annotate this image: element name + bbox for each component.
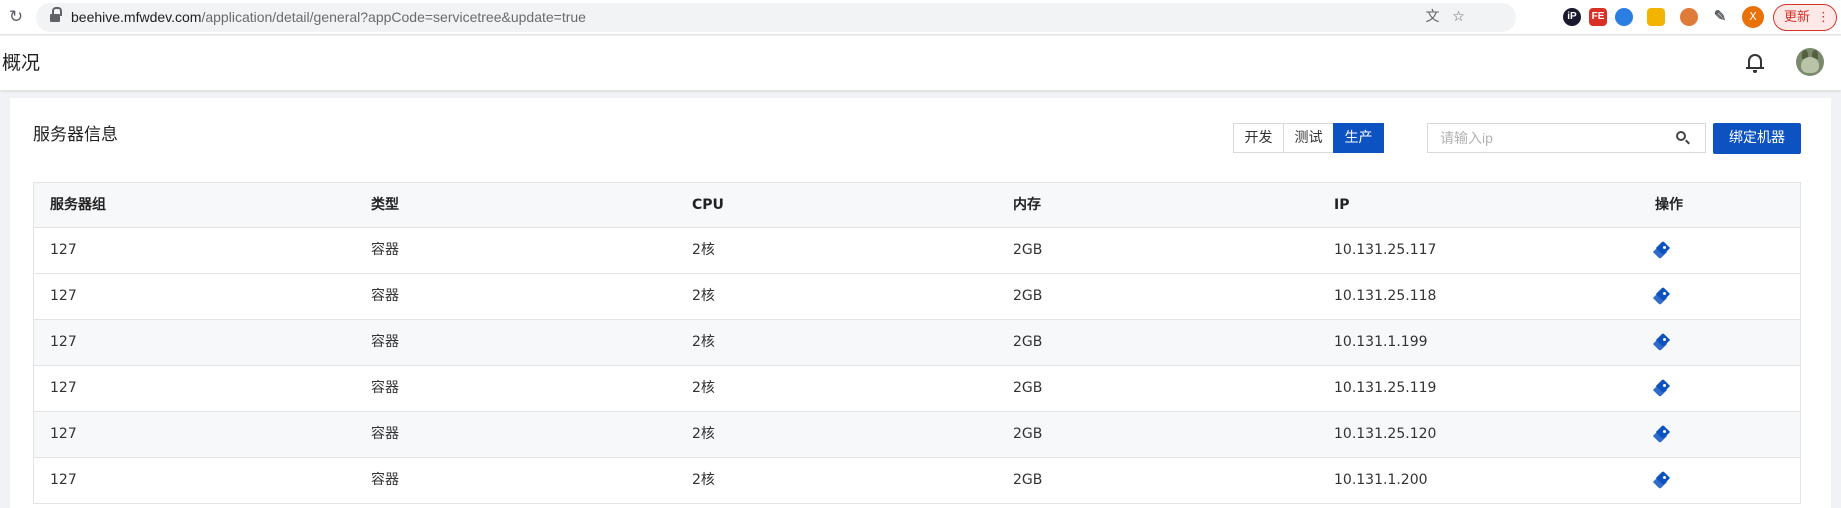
table-row: 127 容器 2核 2GB 10.131.25.118 — [34, 274, 1800, 320]
cell-memory: 2GB — [1013, 472, 1043, 488]
extension-mail-icon[interactable] — [1647, 8, 1665, 26]
cell-memory: 2GB — [1013, 334, 1043, 350]
cell-ip: 10.131.25.117 — [1334, 242, 1437, 258]
table-row: 127 容器 2核 2GB 10.131.25.120 — [34, 412, 1800, 458]
user-avatar[interactable] — [1796, 48, 1824, 76]
column-header-actions: 操作 — [1655, 197, 1683, 213]
cell-type: 容器 — [371, 472, 399, 488]
cell-cpu: 2核 — [692, 426, 715, 442]
cell-group: 127 — [50, 426, 77, 442]
profile-avatar[interactable]: X — [1742, 6, 1764, 28]
url-host: beehive.mfwdev.com — [71, 9, 202, 25]
cell-ip: 10.131.25.120 — [1334, 426, 1437, 442]
cell-ip: 10.131.1.200 — [1334, 472, 1428, 488]
address-bar[interactable]: beehive.mfwdev.com/application/detail/ge… — [36, 3, 1516, 32]
extension-fe-icon[interactable]: FE — [1589, 8, 1607, 26]
tag-icon[interactable] — [1652, 332, 1671, 352]
cell-group: 127 — [50, 334, 77, 350]
cell-type: 容器 — [371, 380, 399, 396]
cell-type: 容器 — [371, 288, 399, 304]
cell-group: 127 — [50, 242, 77, 258]
cell-memory: 2GB — [1013, 288, 1043, 304]
ip-search-box — [1427, 123, 1706, 153]
table-row: 127 容器 2核 2GB 10.131.1.199 — [34, 320, 1800, 366]
bookmark-star-icon[interactable]: ☆ — [1450, 9, 1467, 26]
cell-group: 127 — [50, 380, 77, 396]
ip-search-input[interactable] — [1428, 124, 1668, 152]
cell-memory: 2GB — [1013, 242, 1043, 258]
url-path: /application/detail/general?appCode=serv… — [201, 9, 586, 25]
bind-machine-button[interactable]: 绑定机器 — [1713, 123, 1801, 154]
table-row: 127 容器 2核 2GB 10.131.1.200 — [34, 458, 1800, 504]
cell-cpu: 2核 — [692, 334, 715, 350]
tab-dev[interactable]: 开发 — [1233, 123, 1284, 153]
cell-ip: 10.131.25.118 — [1334, 288, 1437, 304]
column-header-type: 类型 — [371, 197, 399, 213]
column-header-memory: 内存 — [1013, 197, 1041, 213]
cell-cpu: 2核 — [692, 380, 715, 396]
extension-globe-icon[interactable] — [1615, 8, 1633, 26]
cell-group: 127 — [50, 288, 77, 304]
extensions-puzzle-icon[interactable]: ✎ — [1711, 8, 1729, 26]
table-row: 127 容器 2核 2GB 10.131.25.117 — [34, 228, 1800, 274]
browser-update-button[interactable]: 更新 ⋮ — [1773, 4, 1837, 31]
update-label: 更新 — [1784, 10, 1811, 25]
column-header-group: 服务器组 — [50, 197, 106, 213]
app-header: 概况 — [0, 36, 1841, 90]
tag-icon[interactable] — [1652, 470, 1671, 490]
cell-ip: 10.131.1.199 — [1334, 334, 1428, 350]
table-header-row: 服务器组 类型 CPU 内存 IP 操作 — [34, 183, 1800, 228]
section-title: 服务器信息 — [33, 125, 118, 145]
cell-memory: 2GB — [1013, 380, 1043, 396]
cell-type: 容器 — [371, 242, 399, 258]
page-title: 概况 — [2, 52, 41, 74]
cell-ip: 10.131.25.119 — [1334, 380, 1437, 396]
search-icon[interactable] — [1676, 131, 1690, 145]
url-text[interactable]: beehive.mfwdev.com/application/detail/ge… — [71, 8, 586, 27]
more-menu-icon: ⋮ — [1817, 10, 1830, 25]
lock-icon[interactable] — [50, 7, 62, 23]
cell-cpu: 2核 — [692, 242, 715, 258]
tag-icon[interactable] — [1652, 424, 1671, 444]
extension-ip-icon[interactable]: iP — [1563, 8, 1581, 26]
extension-cookie-icon[interactable] — [1680, 8, 1698, 26]
cell-type: 容器 — [371, 426, 399, 442]
cell-cpu: 2核 — [692, 472, 715, 488]
server-info-card: 服务器信息 开发 测试 生产 绑定机器 服务器组 类型 CPU 内存 IP 操作… — [10, 98, 1831, 508]
cell-memory: 2GB — [1013, 426, 1043, 442]
table-row: 127 容器 2核 2GB 10.131.25.119 — [34, 366, 1800, 412]
column-header-ip: IP — [1334, 197, 1350, 213]
reload-icon[interactable]: ↻ — [6, 7, 26, 27]
translate-icon[interactable]: 文 — [1424, 9, 1441, 26]
tag-icon[interactable] — [1652, 240, 1671, 260]
tab-prod[interactable]: 生产 — [1333, 123, 1384, 153]
server-table: 服务器组 类型 CPU 内存 IP 操作 127 容器 2核 2GB 10.13… — [33, 182, 1801, 504]
cell-type: 容器 — [371, 334, 399, 350]
cell-cpu: 2核 — [692, 288, 715, 304]
tag-icon[interactable] — [1652, 378, 1671, 398]
tab-test[interactable]: 测试 — [1283, 123, 1334, 153]
column-header-cpu: CPU — [692, 197, 724, 213]
cell-group: 127 — [50, 472, 77, 488]
bell-icon[interactable] — [1744, 52, 1766, 74]
browser-toolbar: ↻ beehive.mfwdev.com/application/detail/… — [0, 0, 1841, 35]
tag-icon[interactable] — [1652, 286, 1671, 306]
